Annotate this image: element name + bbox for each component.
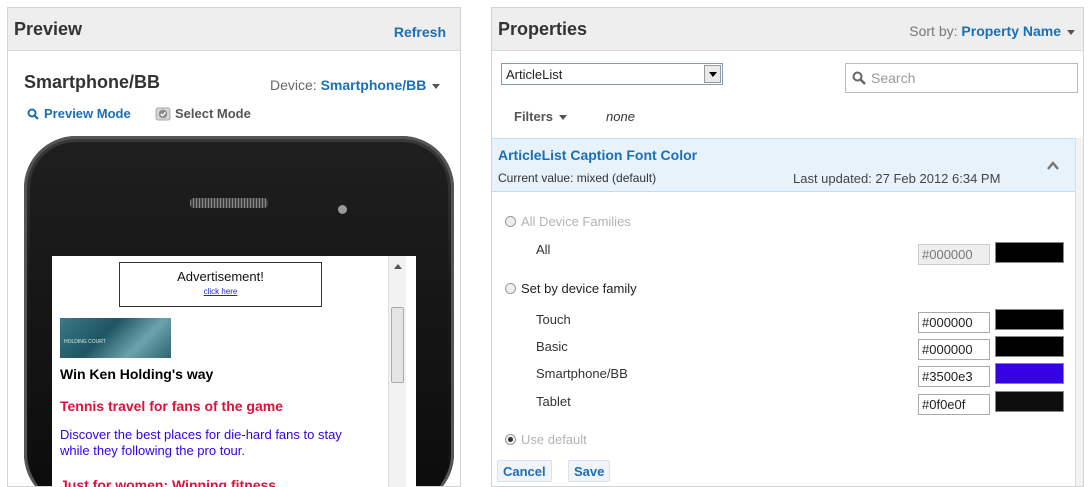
select-mode-label: Select Mode xyxy=(175,106,251,121)
screen-scrollbar[interactable] xyxy=(388,256,406,487)
tablet-hex-input[interactable]: #0f0e0f xyxy=(918,394,990,415)
set-by-device-family-label: Set by device family xyxy=(521,281,637,296)
smartphone-hex-input[interactable]: #3500e3 xyxy=(918,366,990,387)
search-icon xyxy=(852,71,866,85)
preview-title: Preview xyxy=(14,19,83,39)
preview-mode-button[interactable]: Preview Mode xyxy=(27,106,131,121)
ad-click-link[interactable]: click here xyxy=(120,287,321,296)
properties-panel: Properties Sort by: Property Name Articl… xyxy=(491,7,1084,487)
radio-all-device-families[interactable]: All Device Families xyxy=(505,214,631,229)
cancel-button[interactable]: Cancel xyxy=(497,460,552,482)
magnifier-icon xyxy=(27,108,39,120)
basic-color-swatch[interactable] xyxy=(995,336,1064,357)
filters-label: Filters xyxy=(514,109,554,124)
device-name-heading: Smartphone/BB xyxy=(24,72,161,92)
property-last-updated: Last updated: 27 Feb 2012 6:34 PM xyxy=(793,171,1001,186)
basic-hex-input[interactable]: #000000 xyxy=(918,339,990,360)
object-select[interactable]: ArticleList xyxy=(501,63,723,85)
phone-speaker xyxy=(190,198,268,208)
touch-hex-input[interactable]: #000000 xyxy=(918,312,990,333)
radio-button[interactable] xyxy=(505,216,516,227)
touch-color-swatch[interactable] xyxy=(995,309,1064,330)
all-label: All xyxy=(536,242,551,257)
phone-screen: Advertisement! click here HOLDING COURT … xyxy=(52,256,416,487)
phone-camera xyxy=(338,205,347,214)
sort-value: Property Name xyxy=(961,23,1061,39)
family-label-basic: Basic xyxy=(536,339,568,354)
radio-button[interactable] xyxy=(505,283,516,294)
use-default-label: Use default xyxy=(521,432,587,447)
smartphone-color-swatch[interactable] xyxy=(995,363,1064,384)
device-dropdown-value: Smartphone/BB xyxy=(320,77,427,93)
article-body: Discover the best places for die-hard fa… xyxy=(60,427,342,458)
checkmark-icon xyxy=(155,107,171,120)
preview-mode-label: Preview Mode xyxy=(44,106,131,121)
all-hex-input[interactable]: #000000 xyxy=(918,244,990,265)
scrollbar-thumb[interactable] xyxy=(391,307,404,383)
save-button[interactable]: Save xyxy=(568,460,611,482)
property-editor: ArticleList Caption Font Color Current v… xyxy=(492,138,1075,486)
search-input[interactable]: Search xyxy=(845,63,1078,93)
family-label-tablet: Tablet xyxy=(536,394,571,409)
property-current-value: Current value: mixed (default) xyxy=(498,171,657,185)
radio-button-selected[interactable] xyxy=(505,434,516,445)
device-dropdown-label: Device: xyxy=(270,77,317,93)
chevron-down-icon xyxy=(432,83,441,89)
family-label-smartphone: Smartphone/BB xyxy=(536,366,628,381)
family-label-touch: Touch xyxy=(536,312,571,327)
radio-set-by-device-family[interactable]: Set by device family xyxy=(505,281,637,296)
all-color-swatch[interactable] xyxy=(995,242,1064,263)
all-device-families-label: All Device Families xyxy=(521,214,631,229)
filters-dropdown[interactable]: Filters xyxy=(514,109,568,124)
preview-header: Preview Refresh xyxy=(8,8,460,51)
object-select-value: ArticleList xyxy=(506,67,563,82)
scroll-up-icon[interactable] xyxy=(394,264,402,269)
thumbnail-caption: HOLDING COURT xyxy=(64,339,106,345)
article-heading[interactable]: Tennis travel for fans of the game xyxy=(60,398,283,414)
refresh-link[interactable]: Refresh xyxy=(394,24,446,40)
sort-label: Sort by: xyxy=(909,23,958,39)
device-dropdown[interactable]: Device: Smartphone/BB xyxy=(270,77,441,93)
radio-use-default[interactable]: Use default xyxy=(505,432,587,447)
properties-scrollbar[interactable] xyxy=(1075,138,1083,486)
article-title: Win Ken Holding's way xyxy=(60,366,214,382)
property-header[interactable]: ArticleList Caption Font Color Current v… xyxy=(492,138,1075,192)
advertisement-box[interactable]: Advertisement! click here xyxy=(119,262,322,307)
article-thumbnail-image: HOLDING COURT xyxy=(60,318,171,358)
dropdown-arrow-icon[interactable] xyxy=(704,65,721,83)
filters-value: none xyxy=(606,109,635,124)
search-placeholder: Search xyxy=(871,70,916,86)
sort-dropdown[interactable]: Sort by: Property Name xyxy=(909,23,1075,39)
chevron-down-icon xyxy=(559,115,568,121)
ad-title: Advertisement! xyxy=(177,269,264,284)
chevron-up-icon[interactable] xyxy=(1044,157,1062,175)
properties-header: Properties Sort by: Property Name xyxy=(492,8,1083,51)
properties-title: Properties xyxy=(498,19,588,39)
select-mode-button[interactable]: Select Mode xyxy=(155,106,251,121)
tablet-color-swatch[interactable] xyxy=(995,391,1064,412)
chevron-down-icon xyxy=(1067,29,1075,35)
article-next-heading[interactable]: Just for women: Winning fitness xyxy=(60,477,276,487)
property-title: ArticleList Caption Font Color xyxy=(498,147,698,163)
